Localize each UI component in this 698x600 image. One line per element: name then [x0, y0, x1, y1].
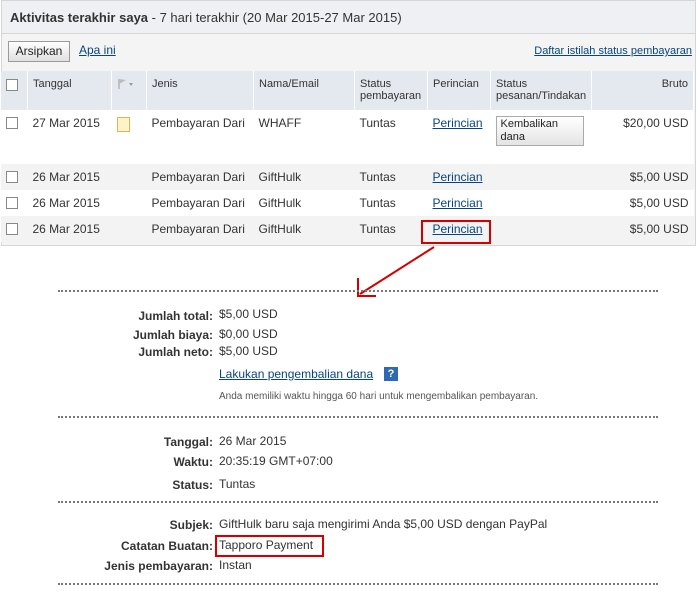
what-is-this-link[interactable]: Apa ini — [79, 43, 116, 57]
net-value: $5,00 USD — [219, 344, 278, 358]
row-status: Tuntas — [354, 164, 428, 190]
row-gross: $5,00 USD — [591, 190, 694, 216]
subject-value: GiftHulk baru saja mengirimi Anda $5,00 … — [219, 517, 548, 531]
total-value: $5,00 USD — [219, 307, 278, 321]
date-value: 26 Mar 2015 — [219, 434, 287, 448]
row-gross: $5,00 USD — [591, 216, 694, 242]
refund-note: Anda memiliki waktu hingga 60 hari untuk… — [219, 391, 539, 402]
divider — [58, 501, 658, 503]
row-date: 26 Mar 2015 — [27, 216, 112, 242]
select-all-checkbox[interactable] — [6, 79, 18, 91]
row-checkbox[interactable] — [6, 171, 18, 183]
row-checkbox[interactable] — [6, 197, 18, 209]
table-header-row: Tanggal Jenis Nama/Email Status pembayar… — [1, 71, 694, 110]
row-checkbox[interactable] — [6, 223, 18, 235]
col-order-status: Status pesanan/Tindakan — [490, 71, 593, 110]
table-row: 26 Mar 2015 Pembayaran Dari GiftHulk Tun… — [1, 190, 694, 216]
row-type: Pembayaran Dari — [146, 164, 254, 190]
table-row: 26 Mar 2015 Pembayaran Dari GiftHulk Tun… — [1, 216, 694, 242]
details-highlight-box — [421, 220, 491, 244]
time-label: Waktu: — [173, 455, 213, 469]
payment-type-value: Instan — [219, 558, 252, 572]
row-type: Pembayaran Dari — [146, 190, 254, 216]
payment-type-label: Jenis pembayaran: — [104, 559, 213, 573]
col-date[interactable]: Tanggal — [27, 71, 112, 110]
subject-label: Subjek: — [169, 518, 213, 532]
col-type[interactable]: Jenis — [146, 71, 254, 110]
row-details-link[interactable]: Perincian — [433, 196, 483, 210]
activity-table: Tanggal Jenis Nama/Email Status pembayar… — [1, 71, 694, 242]
col-name-email[interactable]: Nama/Email — [253, 71, 355, 110]
payment-status-glossary-link[interactable]: Daftar istilah status pembayaran — [534, 45, 692, 57]
archive-button[interactable]: Arsipkan — [8, 41, 70, 62]
row-date: 27 Mar 2015 — [27, 110, 112, 164]
flag-icon[interactable] — [117, 78, 135, 90]
col-gross[interactable]: Bruto — [591, 71, 694, 110]
row-name: GiftHulk — [253, 164, 355, 190]
row-gross: $5,00 USD — [591, 164, 694, 190]
row-details-link[interactable]: Perincian — [433, 170, 483, 184]
activity-title: Aktivitas terakhir saya — [10, 10, 149, 25]
help-icon[interactable]: ? — [384, 367, 398, 381]
row-name: GiftHulk — [253, 216, 355, 242]
col-payment-status[interactable]: Status pembayaran — [354, 71, 428, 110]
status-label: Status: — [172, 478, 213, 492]
activity-header: Aktivitas terakhir saya - 7 hari terakhi… — [2, 1, 695, 34]
row-date: 26 Mar 2015 — [27, 190, 112, 216]
row-date: 26 Mar 2015 — [27, 164, 112, 190]
divider — [58, 583, 658, 585]
col-details: Perincian — [427, 71, 491, 110]
table-row: 27 Mar 2015 Pembayaran Dari WHAFF Tuntas… — [1, 110, 694, 164]
divider — [58, 416, 658, 418]
table-row: 26 Mar 2015 Pembayaran Dari GiftHulk Tun… — [1, 164, 694, 190]
divider — [58, 290, 658, 292]
row-gross: $20,00 USD — [591, 110, 694, 164]
total-label: Jumlah total: — [138, 309, 213, 323]
fee-label: Jumlah biaya: — [132, 328, 213, 342]
refund-link[interactable]: Lakukan pengembalian dana — [219, 367, 373, 381]
net-label: Jumlah neto: — [138, 345, 213, 359]
time-value: 20:35:19 GMT+07:00 — [219, 454, 333, 468]
row-type: Pembayaran Dari — [146, 216, 254, 242]
row-details-link[interactable]: Perincian — [433, 116, 483, 130]
row-type: Pembayaran Dari — [146, 110, 254, 164]
row-status: Tuntas — [354, 190, 428, 216]
refund-button[interactable]: Kembalikan dana — [495, 116, 584, 146]
date-label: Tanggal: — [163, 435, 213, 449]
memo-highlight-box — [215, 535, 324, 557]
status-value: Tuntas — [219, 477, 256, 491]
row-name: WHAFF — [253, 110, 355, 164]
memo-label: Catatan Buatan: — [120, 539, 213, 553]
fee-value: $0,00 USD — [219, 327, 278, 341]
activity-date-range: - 7 hari terakhir (20 Mar 2015-27 Mar 20… — [148, 10, 402, 25]
arrow-icon — [357, 246, 435, 297]
row-status: Tuntas — [354, 216, 428, 242]
row-name: GiftHulk — [253, 190, 355, 216]
note-icon — [116, 117, 130, 132]
row-checkbox[interactable] — [6, 117, 18, 129]
row-status: Tuntas — [354, 110, 428, 164]
